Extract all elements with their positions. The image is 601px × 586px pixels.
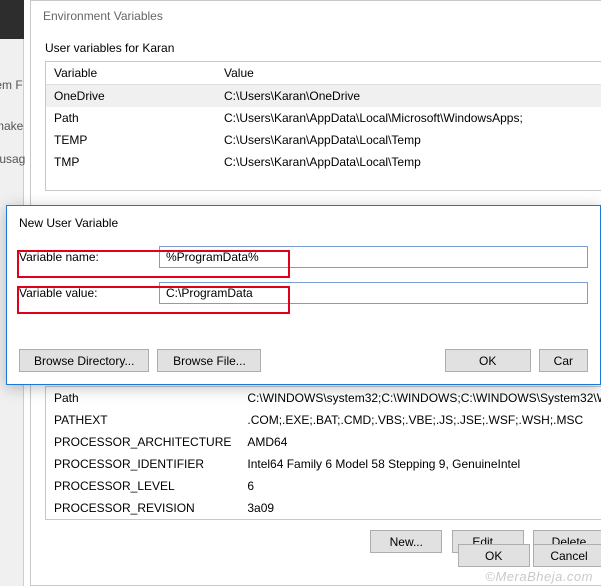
- system-vars-list[interactable]: Path C:\WINDOWS\system32;C:\WINDOWS;C:\W…: [45, 386, 601, 520]
- watermark: ©MeraBheja.com: [485, 569, 593, 584]
- background-dark-corner: [0, 0, 24, 39]
- cell-var: TEMP: [46, 129, 216, 151]
- ok-button[interactable]: OK: [458, 544, 530, 567]
- table-row[interactable]: Path C:\Users\Karan\AppData\Local\Micros…: [46, 107, 601, 129]
- table-row[interactable]: PROCESSOR_LEVEL 6: [46, 475, 601, 497]
- table-row[interactable]: PATHEXT .COM;.EXE;.BAT;.CMD;.VBS;.VBE;.J…: [46, 409, 601, 431]
- cell-var: Path: [46, 107, 216, 129]
- cell-var: Path: [46, 387, 239, 409]
- dialog-cancel-button[interactable]: Car: [539, 349, 588, 372]
- bg-text-usage: y usag: [0, 152, 25, 166]
- table-row[interactable]: PROCESSOR_IDENTIFIER Intel64 Family 6 Mo…: [46, 453, 601, 475]
- cell-val: AMD64: [239, 431, 601, 453]
- cell-var: PROCESSOR_LEVEL: [46, 475, 239, 497]
- cancel-button[interactable]: Cancel: [533, 544, 601, 567]
- cell-val: C:\Users\Karan\AppData\Local\Temp: [216, 129, 601, 151]
- user-vars-group-label: User variables for Karan: [45, 41, 601, 55]
- cell-val: C:\Users\Karan\OneDrive: [216, 85, 601, 108]
- cell-var: TMP: [46, 151, 216, 173]
- cell-val: C:\Users\Karan\AppData\Local\Microsoft\W…: [216, 107, 601, 129]
- cell-var: OneDrive: [46, 85, 216, 108]
- cell-val: 3a09: [239, 497, 601, 519]
- cell-var: PROCESSOR_ARCHITECTURE: [46, 431, 239, 453]
- variable-name-input[interactable]: [159, 246, 588, 268]
- dialog-ok-button[interactable]: OK: [445, 349, 531, 372]
- cell-var: PROCESSOR_REVISION: [46, 497, 239, 519]
- table-row[interactable]: OneDrive C:\Users\Karan\OneDrive: [46, 85, 601, 108]
- variable-name-label: Variable name:: [19, 250, 159, 264]
- env-window-buttons: OK Cancel: [45, 544, 601, 567]
- window-title: Environment Variables: [31, 1, 601, 31]
- bg-text-temf: tem F: [0, 78, 23, 92]
- cell-var: PATHEXT: [46, 409, 239, 431]
- cell-val: C:\Users\Karan\AppData\Local\Temp: [216, 151, 601, 173]
- table-row[interactable]: Path C:\WINDOWS\system32;C:\WINDOWS;C:\W…: [46, 387, 601, 409]
- table-row[interactable]: TMP C:\Users\Karan\AppData\Local\Temp: [46, 151, 601, 173]
- dialog-title: New User Variable: [7, 206, 600, 244]
- bg-text-make: make: [0, 119, 23, 133]
- col-header-variable[interactable]: Variable: [46, 62, 216, 85]
- table-row[interactable]: TEMP C:\Users\Karan\AppData\Local\Temp: [46, 129, 601, 151]
- cell-val: Intel64 Family 6 Model 58 Stepping 9, Ge…: [239, 453, 601, 475]
- col-header-value[interactable]: Value: [216, 62, 601, 85]
- cell-val: 6: [239, 475, 601, 497]
- cell-val: .COM;.EXE;.BAT;.CMD;.VBS;.VBE;.JS;.JSE;.…: [239, 409, 601, 431]
- browse-directory-button[interactable]: Browse Directory...: [19, 349, 149, 372]
- variable-value-label: Variable value:: [19, 286, 159, 300]
- variable-value-input[interactable]: [159, 282, 588, 304]
- table-row[interactable]: PROCESSOR_REVISION 3a09: [46, 497, 601, 519]
- new-user-variable-dialog: New User Variable Variable name: Variabl…: [6, 205, 601, 385]
- browse-file-button[interactable]: Browse File...: [157, 349, 261, 372]
- cell-var: PROCESSOR_IDENTIFIER: [46, 453, 239, 475]
- user-vars-list[interactable]: Variable Value OneDrive C:\Users\Karan\O…: [45, 61, 601, 191]
- table-row[interactable]: PROCESSOR_ARCHITECTURE AMD64: [46, 431, 601, 453]
- cell-val: C:\WINDOWS\system32;C:\WINDOWS;C:\WINDOW…: [239, 387, 601, 409]
